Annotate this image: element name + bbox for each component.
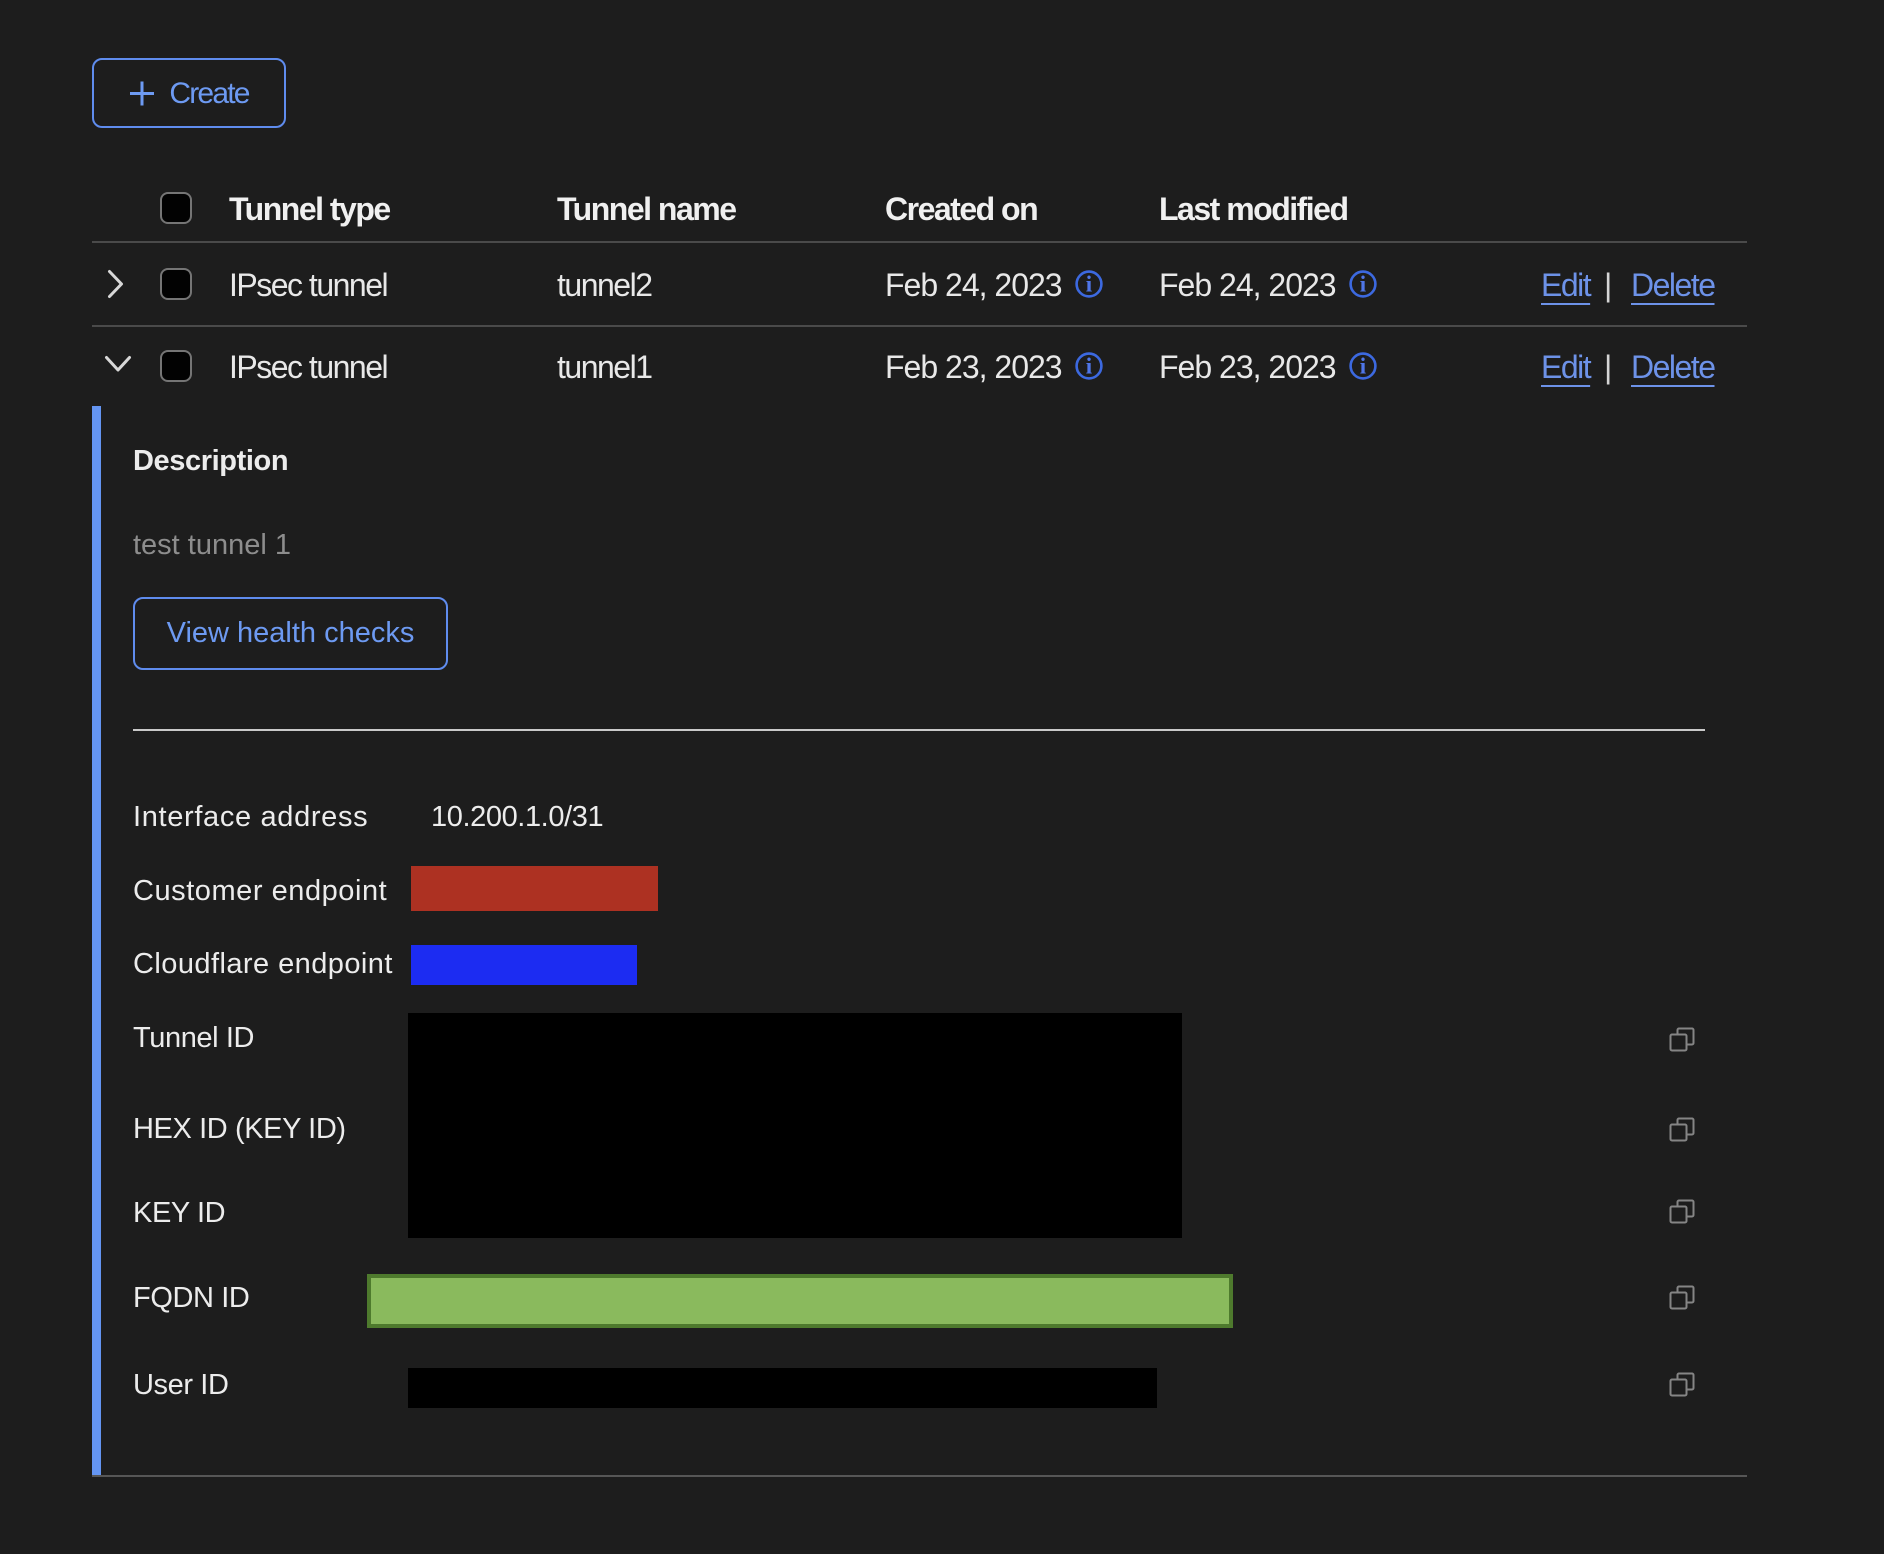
svg-text:i: i <box>1360 354 1367 379</box>
svg-text:i: i <box>1360 272 1367 297</box>
svg-text:i: i <box>1086 354 1093 379</box>
svg-text:i: i <box>1086 272 1093 297</box>
